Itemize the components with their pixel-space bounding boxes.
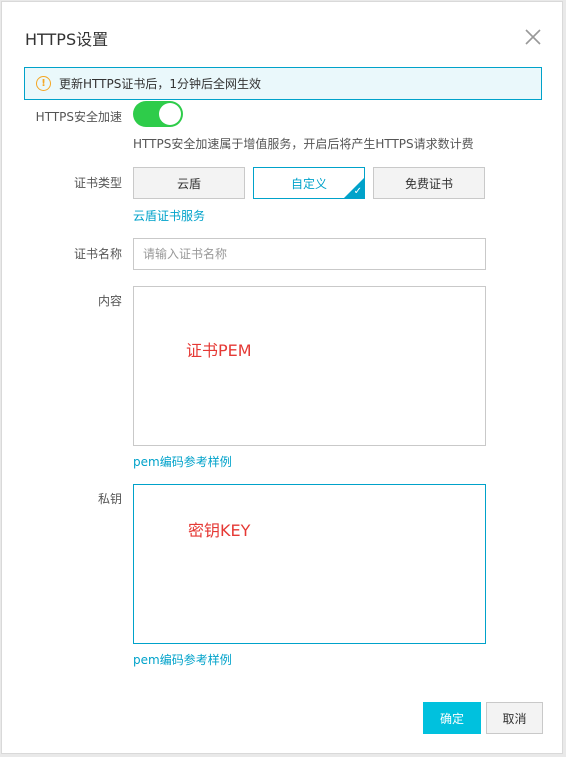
- private-key-pem-example-link[interactable]: pem编码参考样例: [133, 651, 232, 668]
- cert-type-option-custom[interactable]: 自定义 ✓: [253, 167, 365, 199]
- content-annotation: 证书PEM: [186, 341, 252, 360]
- content-textarea[interactable]: 证书PEM: [133, 286, 486, 446]
- yundun-cert-service-link[interactable]: 云盾证书服务: [133, 207, 205, 224]
- dialog-title: HTTPS设置: [25, 30, 109, 49]
- option-label: 自定义: [290, 176, 327, 191]
- content-pem-example-link[interactable]: pem编码参考样例: [133, 453, 232, 470]
- update-notice: ! 更新HTTPS证书后，1分钟后全网生效: [24, 67, 542, 100]
- check-icon: ✓: [353, 186, 362, 197]
- private-key-label: 私钥: [97, 492, 122, 506]
- https-acceleration-toggle[interactable]: [133, 101, 183, 127]
- close-icon[interactable]: [522, 26, 544, 48]
- option-label: 免费证书: [404, 176, 453, 191]
- toggle-knob: [159, 103, 181, 125]
- confirm-button[interactable]: 确定: [423, 702, 481, 734]
- cert-type-option-yundun[interactable]: 云盾: [133, 167, 245, 199]
- https-acceleration-label: HTTPS安全加速: [35, 110, 122, 124]
- warning-icon: !: [36, 76, 51, 91]
- cert-name-label: 证书名称: [73, 247, 122, 261]
- content-label: 内容: [97, 294, 122, 308]
- cert-name-input[interactable]: [133, 238, 486, 270]
- private-key-annotation: 密钥KEY: [188, 521, 251, 540]
- cancel-button[interactable]: 取消: [486, 702, 543, 734]
- notice-text: 更新HTTPS证书后，1分钟后全网生效: [59, 77, 261, 91]
- cert-type-option-free[interactable]: 免费证书: [373, 167, 485, 199]
- https-acceleration-hint: HTTPS安全加速属于增值服务，开启后将产生HTTPS请求数计费: [133, 137, 474, 151]
- https-settings-dialog: HTTPS设置 ! 更新HTTPS证书后，1分钟后全网生效 HTTPS安全加速 …: [1, 1, 563, 754]
- private-key-textarea[interactable]: 密钥KEY: [133, 484, 486, 644]
- option-label: 云盾: [176, 176, 201, 191]
- cert-type-label: 证书类型: [73, 176, 122, 190]
